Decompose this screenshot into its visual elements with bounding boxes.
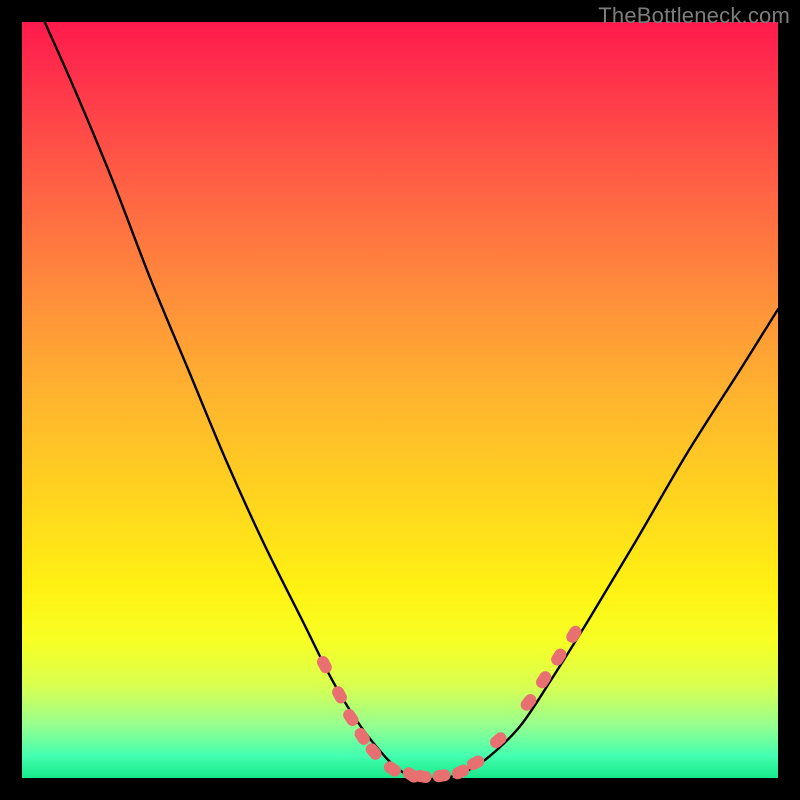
highlight-marker xyxy=(341,707,361,729)
highlight-markers xyxy=(315,624,584,785)
highlight-marker xyxy=(382,759,404,779)
curve-svg xyxy=(22,22,778,778)
chart-plot-area xyxy=(22,22,778,778)
bottleneck-curve xyxy=(45,22,778,779)
highlight-marker xyxy=(549,646,569,668)
highlight-marker xyxy=(432,768,452,783)
highlight-marker xyxy=(518,692,539,714)
watermark-text: TheBottleneck.com xyxy=(598,3,790,29)
highlight-marker xyxy=(534,669,554,691)
highlight-marker xyxy=(564,624,584,646)
highlight-marker xyxy=(488,730,509,751)
highlight-marker xyxy=(315,654,334,676)
